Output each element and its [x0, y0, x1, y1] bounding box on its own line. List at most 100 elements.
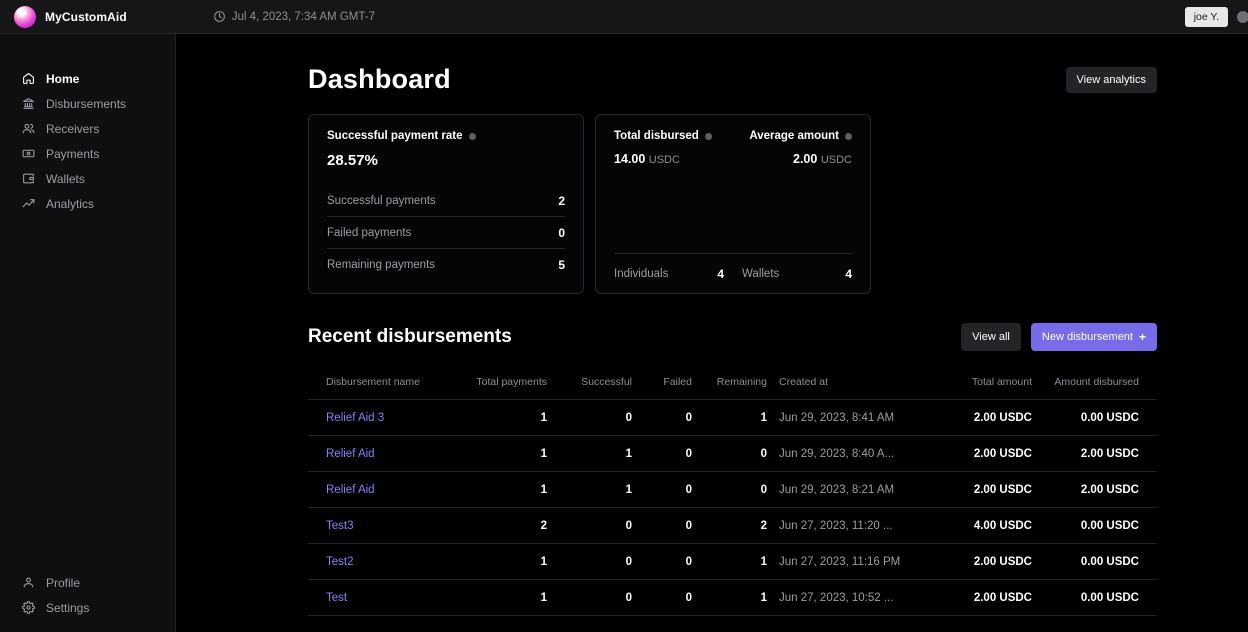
created-at-cell: Jun 27, 2023, 10:52 ... [773, 580, 933, 616]
sidebar-item-label: Payments [46, 147, 99, 161]
amount-number: 14.00 [614, 152, 645, 166]
info-icon[interactable] [845, 133, 852, 140]
view-analytics-button[interactable]: View analytics [1066, 67, 1158, 93]
total-payments-cell: 1 [458, 472, 553, 508]
sidebar-item-receivers[interactable]: Receivers [0, 116, 175, 141]
stat-row-failed: Failed payments 0 [327, 217, 565, 249]
failed-cell: 0 [638, 544, 698, 580]
table-row: Test2 1 0 0 1 Jun 27, 2023, 11:16 PM 2.0… [308, 544, 1157, 580]
sidebar-item-payments[interactable]: Payments [0, 141, 175, 166]
sidebar-item-profile[interactable]: Profile [0, 570, 175, 595]
plus-icon: + [1139, 330, 1146, 344]
table-row: Test3 2 0 0 2 Jun 27, 2023, 11:20 ... 4.… [308, 508, 1157, 544]
clock-icon [213, 10, 226, 23]
total-payments-cell: 2 [458, 508, 553, 544]
total-amount-cell: 2.00 USDC [933, 400, 1038, 436]
disbursement-link[interactable]: Test2 [308, 544, 458, 580]
remaining-cell: 1 [698, 400, 773, 436]
wallets-label: Wallets [742, 268, 779, 280]
successful-cell: 0 [553, 508, 638, 544]
profile-icon [22, 576, 35, 589]
disbursed-card: Total disbursed 14.00 USDC Average amoun… [595, 114, 871, 294]
wallets-icon [22, 172, 35, 185]
home-icon [22, 72, 35, 85]
sidebar-item-label: Receivers [46, 122, 99, 136]
datetime-text: Jul 4, 2023, 7:34 AM GMT-7 [232, 11, 375, 23]
stat-cards: Successful payment rate 28.57% Successfu… [308, 114, 1157, 294]
disbursement-link[interactable]: Relief Aid 3 [308, 400, 458, 436]
user-menu-button[interactable]: joe Y. [1185, 7, 1228, 27]
sidebar-item-analytics[interactable]: Analytics [0, 191, 175, 216]
amount-number: 2.00 [793, 152, 817, 166]
successful-cell: 0 [553, 580, 638, 616]
disbursement-link[interactable]: Test [308, 580, 458, 616]
info-icon[interactable] [705, 133, 712, 140]
successful-cell: 0 [553, 544, 638, 580]
main-content: Dashboard View analytics Successful paym… [176, 34, 1248, 632]
info-icon[interactable] [469, 133, 476, 140]
sidebar-item-home[interactable]: Home [0, 66, 175, 91]
column-header: Successful [553, 364, 638, 400]
amount-disbursed-cell: 0.00 USDC [1038, 580, 1157, 616]
individuals-stat: Individuals 4 [614, 267, 724, 281]
payment-rate-title-row: Successful payment rate [327, 130, 565, 142]
stat-row-value: 2 [558, 194, 565, 208]
recent-actions: View all New disbursement + [961, 323, 1157, 351]
total-disbursed-value: 14.00 USDC [614, 152, 712, 166]
sidebar-item-settings[interactable]: Settings [0, 595, 175, 620]
wallets-value: 4 [845, 267, 852, 281]
table-header-row: Disbursement name Total payments Success… [308, 364, 1157, 400]
total-amount-cell: 2.00 USDC [933, 436, 1038, 472]
total-payments-cell: 1 [458, 400, 553, 436]
successful-cell: 1 [553, 436, 638, 472]
page-header: Dashboard View analytics [308, 64, 1157, 95]
receivers-icon [22, 122, 35, 135]
average-amount-metric: Average amount 2.00 USDC [749, 130, 852, 166]
new-disbursement-label: New disbursement [1042, 331, 1133, 343]
brand-name: MyCustomAid [45, 10, 127, 24]
recent-header: Recent disbursements View all New disbur… [308, 323, 1157, 351]
created-at-cell: Jun 27, 2023, 11:20 ... [773, 508, 933, 544]
new-disbursement-button[interactable]: New disbursement + [1031, 323, 1157, 351]
remaining-cell: 0 [698, 436, 773, 472]
topbar-right: joe Y. [1185, 7, 1242, 27]
created-at-cell: Jun 29, 2023, 8:21 AM [773, 472, 933, 508]
payment-rate-value: 28.57% [327, 152, 565, 169]
stat-row-successful: Successful payments 2 [327, 185, 565, 217]
sidebar-item-label: Settings [46, 601, 89, 615]
view-all-button[interactable]: View all [961, 323, 1021, 351]
stat-row-label: Successful payments [327, 195, 436, 207]
amount-disbursed-cell: 2.00 USDC [1038, 436, 1157, 472]
stat-row-value: 0 [558, 226, 565, 240]
total-payments-cell: 1 [458, 436, 553, 472]
column-header: Remaining [698, 364, 773, 400]
payment-rate-rows: Successful payments 2 Failed payments 0 … [327, 185, 565, 281]
payments-icon [22, 147, 35, 160]
disbursed-metrics: Total disbursed 14.00 USDC Average amoun… [614, 130, 852, 166]
amount-disbursed-cell: 2.00 USDC [1038, 472, 1157, 508]
disbursement-link[interactable]: Test3 [308, 508, 458, 544]
sidebar-item-disbursements[interactable]: Disbursements [0, 91, 175, 116]
sidebar-item-label: Home [46, 72, 79, 86]
failed-cell: 0 [638, 508, 698, 544]
sidebar-item-wallets[interactable]: Wallets [0, 166, 175, 191]
amount-disbursed-cell: 0.00 USDC [1038, 400, 1157, 436]
disbursement-link[interactable]: Relief Aid [308, 436, 458, 472]
topbar: MyCustomAid Jul 4, 2023, 7:34 AM GMT-7 j… [0, 0, 1248, 34]
avatar[interactable] [1237, 11, 1248, 23]
average-amount-value: 2.00 USDC [749, 152, 852, 166]
brand[interactable]: MyCustomAid [14, 6, 127, 28]
sidebar-item-label: Wallets [46, 172, 85, 186]
column-header: Amount disbursed [1038, 364, 1157, 400]
column-header: Disbursement name [308, 364, 458, 400]
failed-cell: 0 [638, 580, 698, 616]
total-payments-cell: 1 [458, 544, 553, 580]
column-header: Created at [773, 364, 933, 400]
column-header: Failed [638, 364, 698, 400]
table-row: Relief Aid 1 1 0 0 Jun 29, 2023, 8:21 AM… [308, 472, 1157, 508]
total-disbursed-title-row: Total disbursed [614, 130, 712, 142]
disbursement-link[interactable]: Relief Aid [308, 472, 458, 508]
settings-icon [22, 601, 35, 614]
average-amount-label: Average amount [749, 130, 839, 142]
disbursements-table: Disbursement name Total payments Success… [308, 364, 1157, 616]
